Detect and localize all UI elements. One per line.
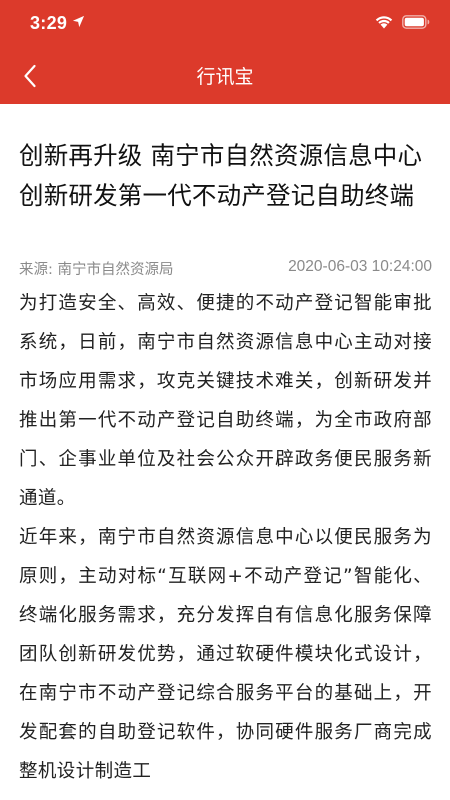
- article-paragraph: 近年来，南宁市自然资源信息中心以便民服务为原则，主动对标“互联网+不动产登记”智…: [19, 527, 432, 782]
- status-indicators: [374, 14, 430, 29]
- location-arrow-icon: [72, 15, 85, 28]
- article-source: 来源: 南宁市自然资源局: [19, 262, 174, 278]
- status-bar: 3:29: [0, 0, 450, 50]
- article-paragraph: 为打造安全、高效、便捷的不动产登记智能审批系统，日前，南宁市自然资源信息中心主动…: [19, 293, 432, 509]
- battery-icon: [402, 14, 430, 29]
- article: 创新再升级 南宁市自然资源信息中心创新研发第一代不动产登记自助终端 来源: 南宁…: [0, 136, 450, 791]
- article-date: 2020-06-03 10:24:00: [288, 258, 432, 275]
- article-body: 为打造安全、高效、便捷的不动产登记智能审批系统，日前，南宁市自然资源信息中心主动…: [19, 284, 432, 791]
- header: 3:29 行讯宝: [0, 0, 450, 104]
- article-meta: 来源: 南宁市自然资源局 2020-06-03 10:24:00: [19, 258, 432, 279]
- article-title: 创新再升级 南宁市自然资源信息中心创新研发第一代不动产登记自助终端: [19, 141, 423, 210]
- status-time: 3:29: [30, 13, 68, 33]
- nav-title: 行讯宝: [196, 66, 254, 88]
- nav-bar: 行讯宝: [0, 50, 450, 104]
- wifi-icon: [375, 16, 393, 29]
